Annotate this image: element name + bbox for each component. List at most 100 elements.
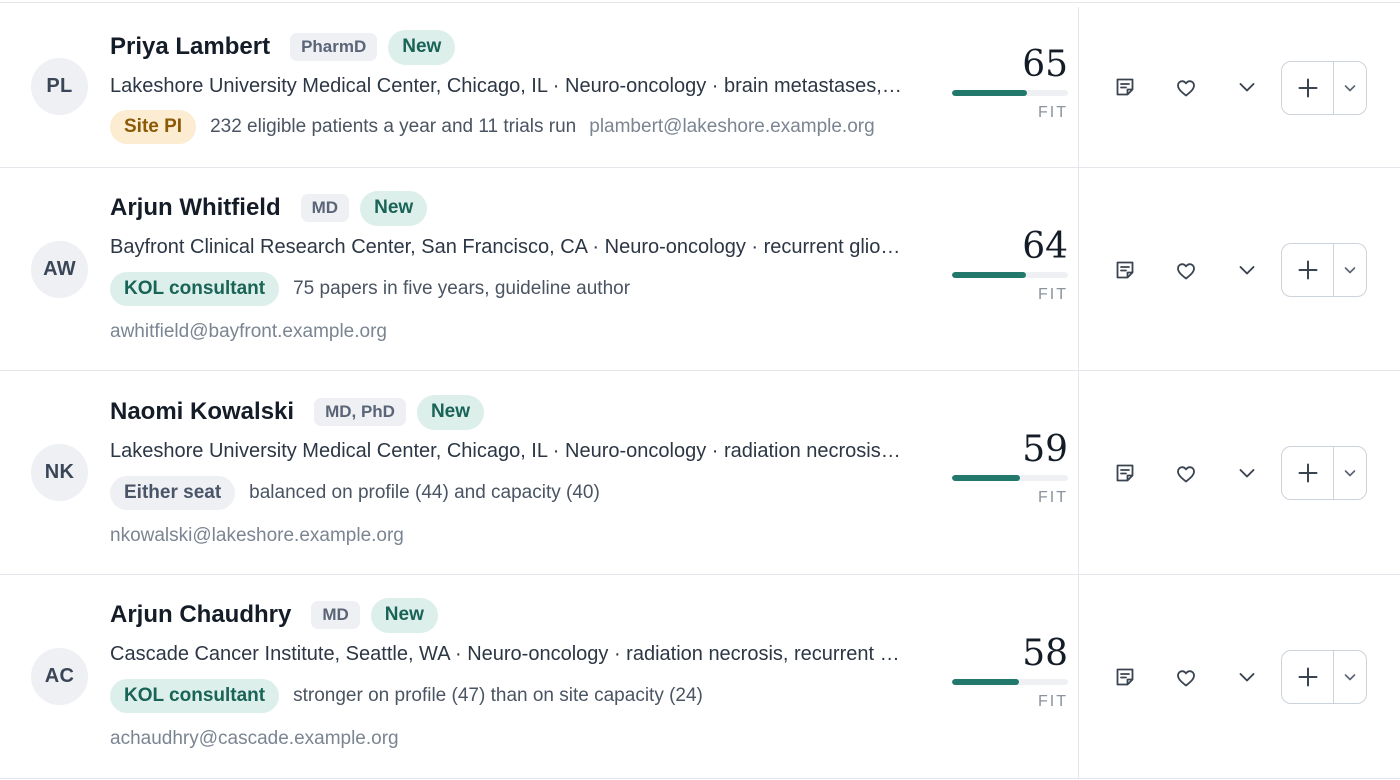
fit-label: FIT — [1038, 693, 1068, 710]
role-rationale: stronger on profile (47) than on site ca… — [293, 685, 703, 706]
add-button[interactable] — [1282, 447, 1334, 499]
chevron-down-icon — [1344, 674, 1356, 681]
heart-icon — [1177, 466, 1195, 483]
candidate-name[interactable]: Arjun Chaudhry — [110, 601, 291, 629]
status-badge: New — [360, 190, 428, 226]
role-badge: KOL consultant — [110, 679, 280, 713]
plus-icon — [1298, 260, 1317, 280]
chevron-down-icon — [1239, 673, 1255, 682]
add-split-button — [1281, 446, 1367, 500]
notes-button[interactable] — [1107, 455, 1143, 491]
add-menu-button[interactable] — [1334, 62, 1366, 114]
notes-button[interactable] — [1107, 252, 1143, 288]
favorite-button[interactable] — [1168, 70, 1204, 106]
notes-icon — [1116, 261, 1134, 279]
expand-row-button[interactable] — [1229, 252, 1265, 288]
credential-badge: PharmD — [290, 33, 378, 61]
status-badge: New — [416, 394, 485, 430]
chevron-down-icon — [1344, 267, 1356, 274]
avatar: AC — [31, 648, 88, 705]
fit-bar-fill — [952, 272, 1027, 278]
fit-bar — [952, 475, 1068, 481]
fit-label: FIT — [1038, 286, 1068, 303]
chevron-down-icon — [1239, 83, 1255, 92]
candidate-name[interactable]: Priya Lambert — [110, 33, 270, 61]
status-badge: New — [370, 597, 438, 633]
add-menu-button[interactable] — [1334, 244, 1366, 296]
role-rationale: 232 eligible patients a year and 11 tria… — [210, 116, 577, 137]
heart-icon — [1177, 80, 1195, 97]
chevron-down-icon — [1239, 469, 1255, 478]
heart-icon — [1177, 670, 1195, 687]
add-menu-button[interactable] — [1334, 447, 1366, 499]
credential-badge: MD — [300, 194, 350, 222]
email-link[interactable]: awhitfield@bayfront.example.org — [110, 321, 387, 342]
fit-bar — [952, 272, 1068, 278]
role-badge: KOL consultant — [110, 272, 280, 306]
candidate-name[interactable]: Naomi Kowalski — [110, 398, 294, 426]
add-button[interactable] — [1282, 651, 1334, 703]
candidate-row: NK Naomi Kowalski MD, PhD New Lakeshore … — [0, 371, 1400, 575]
chevron-down-icon — [1344, 470, 1356, 477]
fit-score-value: 64 — [1022, 226, 1068, 267]
chevron-down-icon — [1239, 266, 1255, 275]
candidate-details: Bayfront Clinical Research Center, San F… — [110, 236, 906, 258]
add-button[interactable] — [1282, 244, 1334, 296]
add-split-button — [1281, 650, 1367, 704]
add-split-button — [1281, 243, 1367, 297]
expand-row-button[interactable] — [1229, 659, 1265, 695]
notes-button[interactable] — [1107, 69, 1143, 105]
notes-icon — [1116, 668, 1134, 686]
fit-score: 58 FIT — [952, 634, 1068, 714]
fit-score-value: 59 — [1022, 429, 1068, 470]
email-link[interactable]: achaudhry@cascade.example.org — [110, 728, 399, 749]
fit-bar — [952, 679, 1068, 685]
candidate-row: AW Arjun Whitfield MD New Bayfront Clini… — [0, 168, 1400, 371]
avatar: PL — [31, 58, 88, 115]
plus-icon — [1298, 667, 1317, 687]
notes-button[interactable] — [1107, 659, 1143, 695]
fit-score-value: 65 — [1022, 44, 1068, 85]
fit-label: FIT — [1038, 104, 1068, 121]
candidate-details: Cascade Cancer Institute, Seattle, WA · … — [110, 643, 906, 665]
notes-icon — [1116, 464, 1134, 482]
favorite-button[interactable] — [1168, 660, 1204, 696]
fit-score: 59 FIT — [952, 430, 1068, 510]
candidate-details: Lakeshore University Medical Center, Chi… — [110, 440, 906, 462]
avatar: AW — [31, 241, 88, 298]
chevron-down-icon — [1344, 85, 1356, 92]
expand-row-button[interactable] — [1229, 455, 1265, 491]
credential-badge: MD — [311, 601, 360, 629]
candidate-list: PL Priya Lambert PharmD New Lakeshore Un… — [0, 0, 1400, 780]
fit-score: 64 FIT — [952, 227, 1068, 307]
role-badge: Either seat — [110, 476, 236, 510]
email-link[interactable]: nkowalski@lakeshore.example.org — [110, 525, 404, 546]
fit-bar-fill — [952, 475, 1021, 481]
role-rationale: balanced on profile (44) and capacity (4… — [249, 482, 600, 503]
add-split-button — [1281, 61, 1367, 115]
email-link[interactable]: plambert@lakeshore.example.org — [589, 116, 874, 138]
fit-bar-fill — [952, 90, 1028, 96]
fit-score-value: 58 — [1022, 633, 1068, 674]
candidate-name[interactable]: Arjun Whitfield — [110, 194, 281, 222]
favorite-button[interactable] — [1168, 253, 1204, 289]
notes-icon — [1116, 78, 1134, 96]
role-badge: Site PI — [110, 110, 197, 144]
add-menu-button[interactable] — [1334, 651, 1366, 703]
fit-label: FIT — [1038, 489, 1068, 506]
candidate-details: Lakeshore University Medical Center, Chi… — [110, 75, 906, 97]
heart-icon — [1177, 263, 1195, 280]
avatar: NK — [31, 444, 88, 501]
favorite-button[interactable] — [1168, 456, 1204, 492]
fit-bar-fill — [952, 679, 1020, 685]
add-button[interactable] — [1282, 62, 1334, 114]
role-rationale: 75 papers in five years, guideline autho… — [293, 278, 631, 299]
fit-score: 65 FIT — [952, 45, 1068, 125]
candidate-row: PL Priya Lambert PharmD New Lakeshore Un… — [0, 3, 1400, 168]
plus-icon — [1298, 463, 1317, 483]
status-badge: New — [388, 29, 456, 65]
expand-row-button[interactable] — [1229, 69, 1265, 105]
fit-bar — [952, 90, 1068, 96]
credential-badge: MD, PhD — [314, 398, 406, 426]
candidate-row: AC Arjun Chaudhry MD New Cascade Cancer … — [0, 575, 1400, 779]
